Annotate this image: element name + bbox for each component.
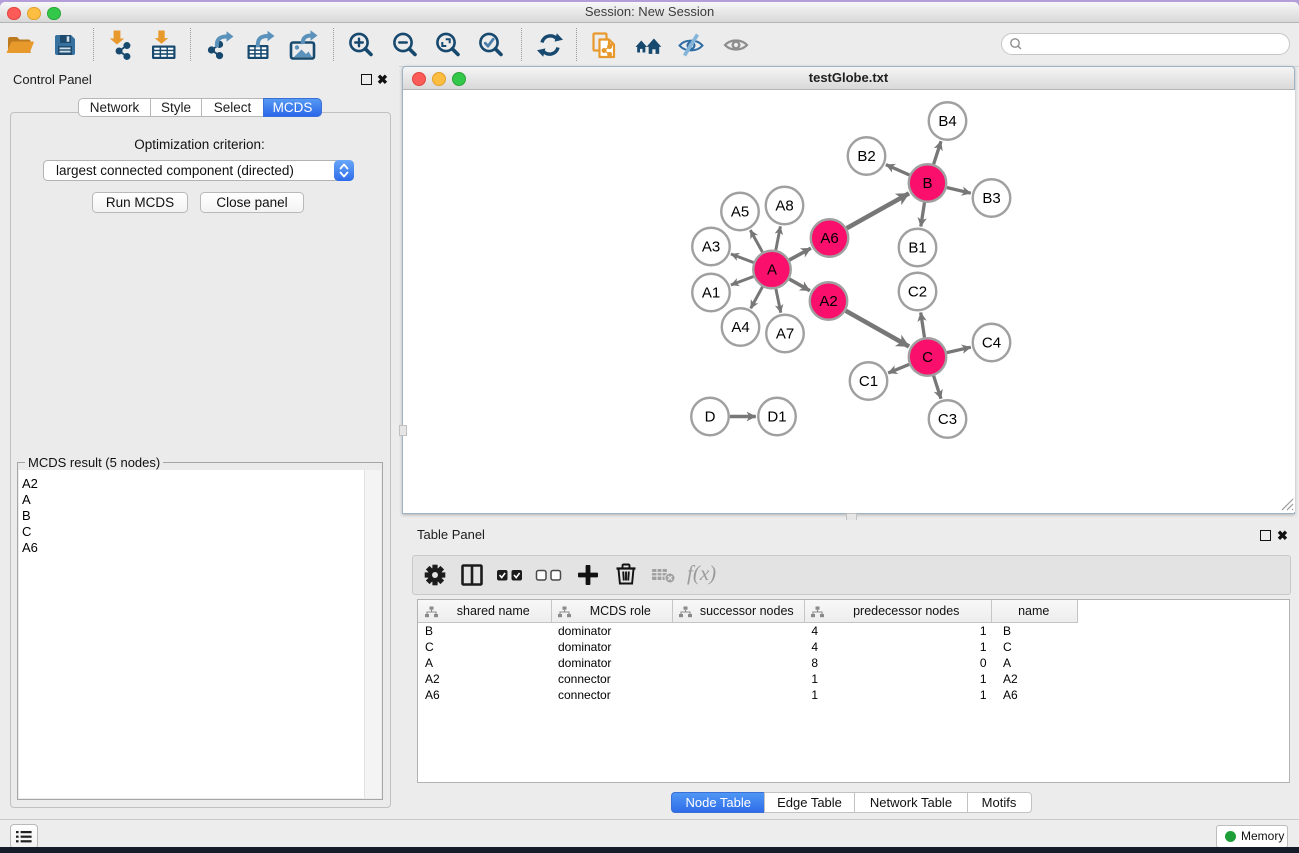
svg-text:A8: A8 — [776, 198, 794, 215]
svg-text:A3: A3 — [702, 239, 720, 256]
svg-text:A: A — [767, 262, 777, 279]
svg-text:B4: B4 — [939, 114, 957, 131]
svg-text:B3: B3 — [983, 191, 1001, 208]
svg-text:A5: A5 — [731, 204, 749, 221]
svg-text:D1: D1 — [768, 409, 787, 426]
svg-text:C2: C2 — [908, 284, 927, 301]
svg-text:C3: C3 — [938, 412, 957, 429]
svg-text:B2: B2 — [858, 149, 876, 166]
svg-text:C1: C1 — [859, 374, 878, 391]
svg-text:A6: A6 — [821, 231, 839, 248]
svg-text:D: D — [705, 409, 716, 426]
svg-text:C: C — [922, 350, 933, 367]
svg-text:C4: C4 — [982, 335, 1001, 352]
svg-text:B1: B1 — [909, 240, 927, 257]
svg-text:A1: A1 — [702, 285, 720, 302]
svg-text:A7: A7 — [776, 326, 794, 343]
svg-text:A4: A4 — [732, 320, 750, 337]
svg-text:A2: A2 — [820, 294, 838, 311]
svg-text:B: B — [923, 176, 933, 193]
